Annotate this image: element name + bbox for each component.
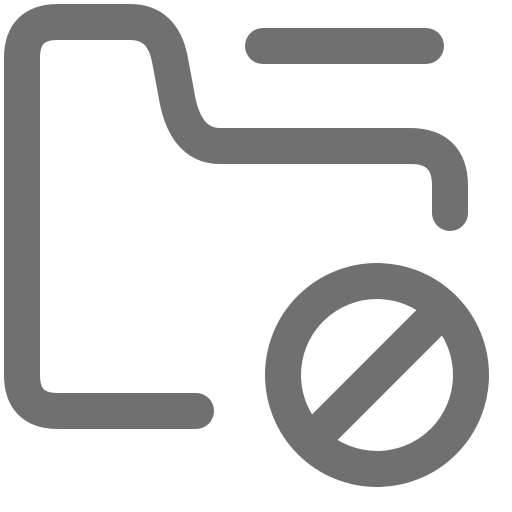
folder-blocked-svg — [4, 4, 489, 487]
blocked-slash — [297, 295, 457, 455]
folder-blocked-icon — [0, 0, 512, 512]
